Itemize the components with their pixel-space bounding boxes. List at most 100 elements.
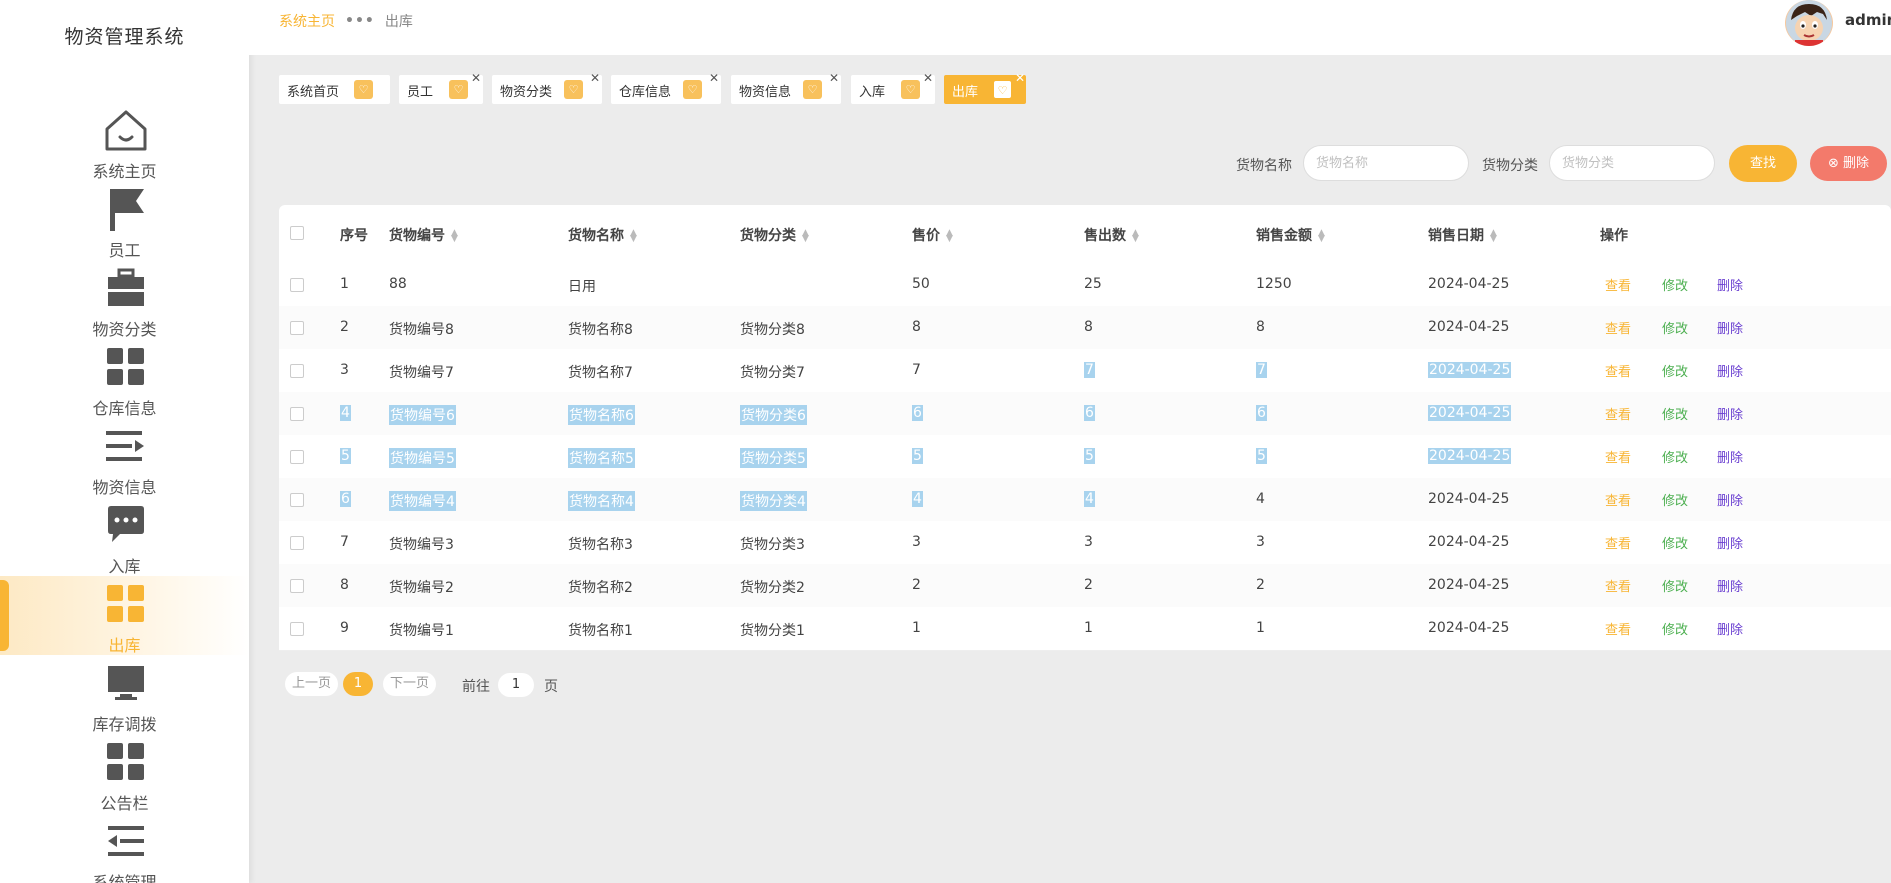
delete-link[interactable]: 删除: [1717, 318, 1743, 337]
close-icon[interactable]: ✕: [1015, 71, 1025, 85]
sidebar-item-home[interactable]: 系统主页: [0, 102, 249, 181]
username[interactable]: admin: [1845, 11, 1891, 29]
row-checkbox[interactable]: [290, 278, 304, 292]
avatar[interactable]: [1785, 0, 1833, 46]
row-checkbox[interactable]: [290, 407, 304, 421]
view-link[interactable]: 查看: [1605, 404, 1631, 423]
view-link[interactable]: 查看: [1605, 275, 1631, 294]
table-row[interactable]: 6 货物编号4 货物名称4 货物分类4 4 4 4 2024-04-25 查看 修改 删除: [279, 478, 1891, 522]
next-page-button[interactable]: 下一页: [383, 672, 437, 696]
column-header-sortable[interactable]: 售价 ▲ ▼: [912, 225, 953, 245]
view-link[interactable]: 查看: [1605, 533, 1631, 552]
delete-link[interactable]: 删除: [1717, 447, 1743, 466]
table-cell: 8: [1256, 319, 1265, 335]
column-header-sortable[interactable]: 销售金额 ▲ ▼: [1256, 225, 1325, 245]
table-row[interactable]: 8 货物编号2 货物名称2 货物分类2 2 2 2 2024-04-25 查看 修改 删除: [279, 564, 1891, 608]
tab-category[interactable]: 物资分类 ♡ ✕: [492, 71, 602, 104]
table-row[interactable]: 7 货物编号3 货物名称3 货物分类3 3 3 3 2024-04-25 查看 修改 删除: [279, 521, 1891, 565]
prev-page-button[interactable]: 上一页: [285, 672, 339, 696]
column-header-sortable[interactable]: 货物分类 ▲ ▼: [740, 225, 809, 245]
row-checkbox[interactable]: [290, 450, 304, 464]
sidebar-item-outbound[interactable]: 出库: [0, 576, 249, 655]
select-all-checkbox[interactable]: [290, 226, 304, 240]
sidebar-item-system[interactable]: 系统管理: [0, 813, 249, 883]
close-icon[interactable]: ✕: [923, 71, 933, 85]
edit-link[interactable]: 修改: [1662, 576, 1688, 595]
close-icon[interactable]: ✕: [829, 71, 839, 85]
delete-link[interactable]: 删除: [1717, 533, 1743, 552]
edit-link[interactable]: 修改: [1662, 619, 1688, 638]
column-header-sortable[interactable]: 货物编号 ▲ ▼: [389, 225, 458, 245]
view-link[interactable]: 查看: [1605, 447, 1631, 466]
table-row[interactable]: 9 货物编号1 货物名称1 货物分类1 1 1 1 2024-04-25 查看 修改 删除: [279, 607, 1891, 651]
view-link[interactable]: 查看: [1605, 318, 1631, 337]
tab-outbound[interactable]: 出库 ♡ ✕: [944, 71, 1026, 104]
edit-link[interactable]: 修改: [1662, 318, 1688, 337]
view-link[interactable]: 查看: [1605, 619, 1631, 638]
column-header-sortable[interactable]: 销售日期 ▲ ▼: [1428, 225, 1497, 245]
sort-icon[interactable]: ▲ ▼: [1132, 229, 1139, 244]
row-checkbox[interactable]: [290, 321, 304, 335]
sidebar-item-staff[interactable]: 员工: [0, 181, 249, 260]
sidebar-item-transfer[interactable]: 库存调拨: [0, 655, 249, 734]
delete-link[interactable]: 删除: [1717, 361, 1743, 380]
close-icon[interactable]: ✕: [709, 71, 719, 85]
sidebar-item-material[interactable]: 物资信息: [0, 418, 249, 497]
sort-icon[interactable]: ▲ ▼: [1318, 229, 1325, 244]
goto-page-input[interactable]: 1: [498, 673, 534, 697]
sidebar-item-category[interactable]: 物资分类: [0, 260, 249, 339]
edit-link[interactable]: 修改: [1662, 361, 1688, 380]
table-cell: 6: [912, 405, 923, 421]
table-row[interactable]: 5 货物编号5 货物名称5 货物分类5 5 5 5 2024-04-25 查看 修改 删除: [279, 435, 1891, 479]
delete-link[interactable]: 删除: [1717, 490, 1743, 509]
sort-icon[interactable]: ▲ ▼: [802, 229, 809, 244]
name-search-input[interactable]: [1303, 145, 1469, 181]
view-link[interactable]: 查看: [1605, 361, 1631, 380]
delete-link[interactable]: 删除: [1717, 576, 1743, 595]
sort-icon[interactable]: ▲ ▼: [630, 229, 637, 244]
tab-warehouse[interactable]: 仓库信息 ♡ ✕: [611, 71, 721, 104]
tab-material[interactable]: 物资信息 ♡ ✕: [731, 71, 841, 104]
tab-staff[interactable]: 员工 ♡ ✕: [399, 71, 483, 104]
table-cell: 2024-04-25: [1428, 276, 1510, 292]
edit-link[interactable]: 修改: [1662, 275, 1688, 294]
delete-link[interactable]: 删除: [1717, 404, 1743, 423]
row-checkbox[interactable]: [290, 622, 304, 636]
current-page-number[interactable]: 1: [343, 672, 373, 696]
edit-link[interactable]: 修改: [1662, 490, 1688, 509]
column-header-sortable[interactable]: 售出数 ▲ ▼: [1084, 225, 1139, 245]
sort-icon[interactable]: ▲ ▼: [451, 229, 458, 244]
find-button[interactable]: 查找: [1729, 145, 1797, 182]
breadcrumb-home-link[interactable]: 系统主页: [279, 11, 335, 31]
close-icon[interactable]: ✕: [471, 71, 481, 85]
close-icon[interactable]: ✕: [590, 71, 600, 85]
row-checkbox[interactable]: [290, 579, 304, 593]
tab-home[interactable]: 系统首页 ♡: [279, 75, 390, 104]
sidebar-item-warehouse[interactable]: 仓库信息: [0, 339, 249, 418]
view-link[interactable]: 查看: [1605, 490, 1631, 509]
table-row[interactable]: 4 货物编号6 货物名称6 货物分类6 6 6 6 2024-04-25 查看 修改 删除: [279, 392, 1891, 436]
edit-link[interactable]: 修改: [1662, 447, 1688, 466]
batch-delete-button[interactable]: ⊗ 删除: [1810, 146, 1887, 181]
table-row[interactable]: 2 货物编号8 货物名称8 货物分类8 8 8 8 2024-04-25 查看 修改 删除: [279, 306, 1891, 350]
view-link[interactable]: 查看: [1605, 576, 1631, 595]
table-row[interactable]: 3 货物编号7 货物名称7 货物分类7 7 7 7 2024-04-25 查看 修改 删除: [279, 349, 1891, 393]
table-row[interactable]: 1 88 日用 50 25 1250 2024-04-25 查看 修改 删除: [279, 263, 1891, 307]
edit-link[interactable]: 修改: [1662, 404, 1688, 423]
chat-icon: [103, 503, 149, 547]
row-checkbox[interactable]: [290, 536, 304, 550]
delete-link[interactable]: 删除: [1717, 619, 1743, 638]
row-checkbox[interactable]: [290, 364, 304, 378]
column-header-sortable[interactable]: 货物名称 ▲ ▼: [568, 225, 637, 245]
sidebar-item-inbound[interactable]: 入库: [0, 497, 249, 576]
table-cell: 25: [1084, 276, 1102, 292]
delete-link[interactable]: 删除: [1717, 275, 1743, 294]
tab-inbound[interactable]: 入库 ♡ ✕: [851, 71, 935, 104]
table-header: 序号 货物编号 ▲ ▼ 货物名称 ▲ ▼ 货物分类 ▲ ▼ 售价 ▲ ▼ 售出数 ▲ ▼ 销售金额 ▲…: [279, 205, 1891, 264]
sort-icon[interactable]: ▲ ▼: [1490, 229, 1497, 244]
category-search-input[interactable]: [1549, 145, 1715, 181]
row-checkbox[interactable]: [290, 493, 304, 507]
edit-link[interactable]: 修改: [1662, 533, 1688, 552]
sort-icon[interactable]: ▲ ▼: [946, 229, 953, 244]
sidebar-item-notice[interactable]: 公告栏: [0, 734, 249, 813]
